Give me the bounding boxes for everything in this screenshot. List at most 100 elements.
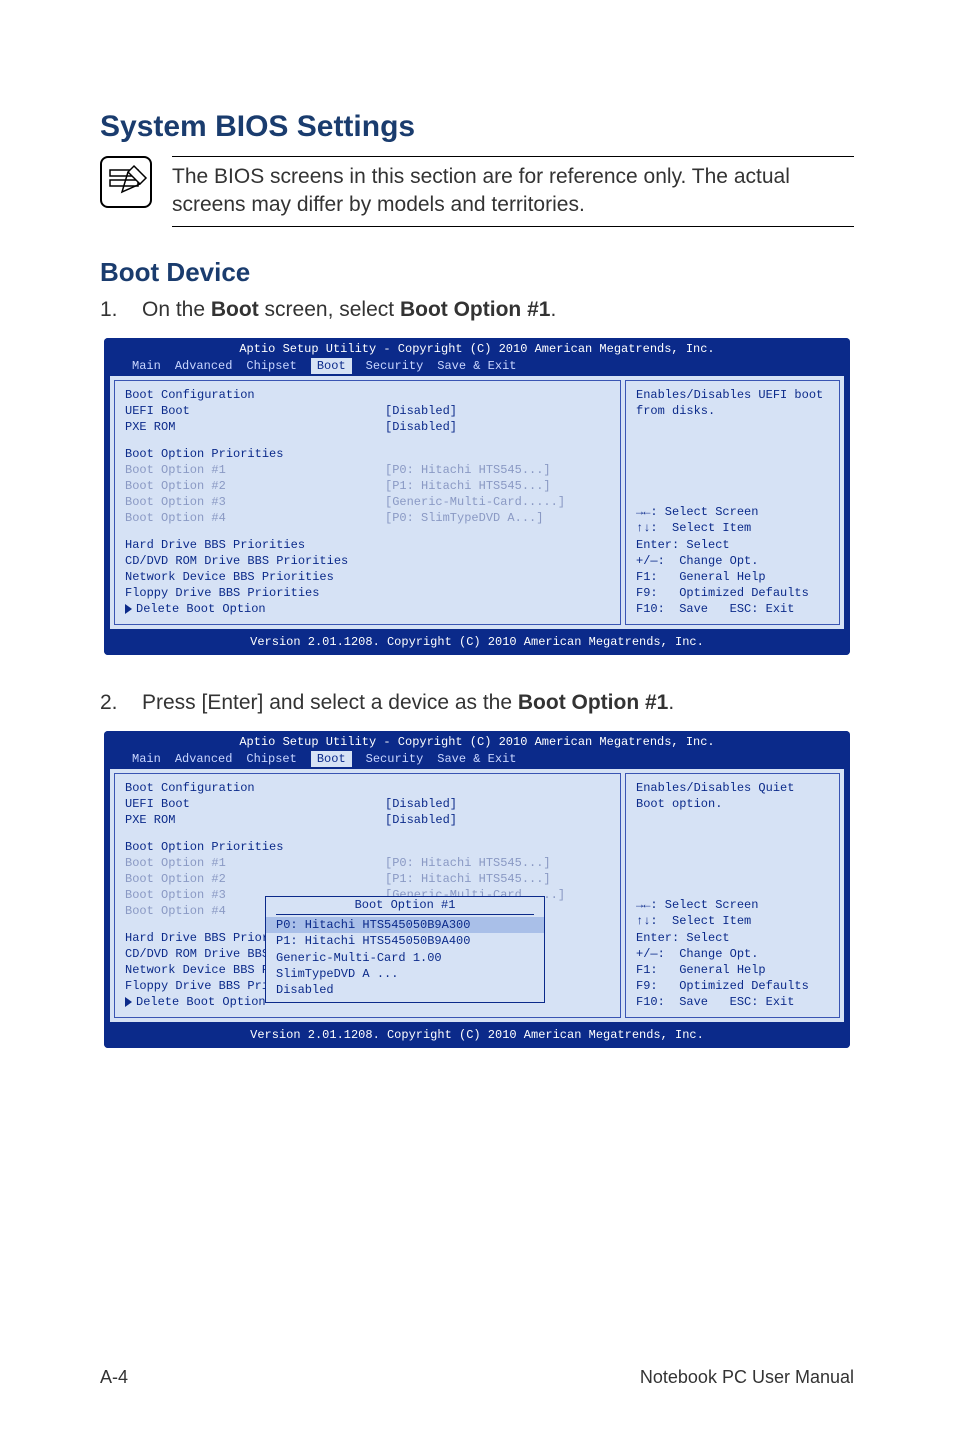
page-title: System BIOS Settings [100, 110, 854, 144]
pxe-rom-label[interactable]: PXE ROM [125, 812, 385, 828]
bios-footer-text: Version 2.01.1208. Copyright (C) 2010 Am… [104, 1026, 850, 1048]
help-select-screen: →←: Select Screen [636, 504, 829, 520]
tab-chipset[interactable]: Chipset [246, 358, 296, 374]
tab-boot[interactable]: Boot [311, 751, 352, 767]
boot-priorities-label: Boot Option Priorities [125, 446, 610, 462]
tab-chipset[interactable]: Chipset [246, 751, 296, 767]
popup-option[interactable]: Generic-Multi-Card 1.00 [266, 950, 544, 966]
boot-option-2-value[interactable]: [P1: Hitachi HTS545...] [385, 478, 551, 494]
cddvd-bbs-link[interactable]: CD/DVD ROM Drive BBS Priorities [125, 553, 610, 569]
text-fragment: screen, select [259, 298, 400, 321]
note-text: The BIOS screens in this section are for… [172, 156, 854, 227]
help-f10: F10: Save ESC: Exit [636, 994, 829, 1010]
uefi-boot-value[interactable]: [Disabled] [385, 403, 457, 419]
network-bbs-link[interactable]: Network Device BBS Priorities [125, 569, 610, 585]
boot-option-3-label[interactable]: Boot Option #3 [125, 494, 385, 510]
tab-save-exit[interactable]: Save & Exit [437, 751, 516, 767]
step-2-text: Press [Enter] and select a device as the… [142, 691, 854, 715]
bios-header-title: Aptio Setup Utility - Copyright (C) 2010… [104, 731, 850, 750]
step-2: 2. Press [Enter] and select a device as … [100, 691, 854, 715]
delete-boot-option-label: Delete Boot Option [136, 602, 266, 616]
text-fragment: . [668, 691, 674, 714]
pxe-rom-value[interactable]: [Disabled] [385, 812, 457, 828]
uefi-boot-label[interactable]: UEFI Boot [125, 403, 385, 419]
boot-priorities-label: Boot Option Priorities [125, 839, 610, 855]
bios-key-help: →←: Select Screen ↑↓: Select Item Enter:… [636, 504, 829, 617]
help-select-screen: →←: Select Screen [636, 897, 829, 913]
hard-drive-bbs-link[interactable]: Hard Drive BBS Priorities [125, 537, 610, 553]
boot-configuration-label: Boot Configuration [125, 780, 610, 796]
boot-option-popup: Boot Option #1 P0: Hitachi HTS545050B9A3… [265, 896, 545, 1003]
pxe-rom-label[interactable]: PXE ROM [125, 419, 385, 435]
boot-configuration-label: Boot Configuration [125, 387, 610, 403]
bios-help-description: Enables/Disables UEFI boot from disks. [636, 387, 829, 419]
bios-screenshot-1: Aptio Setup Utility - Copyright (C) 2010… [104, 338, 850, 655]
tab-security[interactable]: Security [366, 358, 424, 374]
help-f9: F9: Optimized Defaults [636, 978, 829, 994]
bios-left-pane: Boot Configuration UEFI Boot[Disabled] P… [114, 773, 621, 1017]
delete-boot-option-link[interactable]: Delete Boot Option [125, 601, 610, 617]
delete-boot-option-label: Delete Boot Option [136, 995, 266, 1009]
step-1: 1. On the Boot screen, select Boot Optio… [100, 298, 854, 322]
note-icon [100, 156, 152, 208]
bios-screenshot-2: Aptio Setup Utility - Copyright (C) 2010… [104, 731, 850, 1048]
bios-tabs: Main Advanced Chipset Boot Security Save… [104, 357, 850, 376]
bios-left-pane: Boot Configuration UEFI Boot[Disabled] P… [114, 380, 621, 624]
step-2-number: 2. [100, 691, 120, 715]
help-f10: F10: Save ESC: Exit [636, 601, 829, 617]
uefi-boot-label[interactable]: UEFI Boot [125, 796, 385, 812]
boot-option-4-label[interactable]: Boot Option #4 [125, 510, 385, 526]
uefi-boot-value[interactable]: [Disabled] [385, 796, 457, 812]
page-footer: A-4 Notebook PC User Manual [100, 1367, 854, 1388]
tab-save-exit[interactable]: Save & Exit [437, 358, 516, 374]
bios-footer-text: Version 2.01.1208. Copyright (C) 2010 Am… [104, 633, 850, 655]
tab-security[interactable]: Security [366, 751, 424, 767]
floppy-bbs-link[interactable]: Floppy Drive BBS Priorities [125, 585, 610, 601]
text-bold: Boot Option #1 [518, 691, 669, 714]
popup-option[interactable]: SlimTypeDVD A ... [266, 966, 544, 982]
help-change-opt: +/—: Change Opt. [636, 553, 829, 569]
help-select-item: ↑↓: Select Item [636, 520, 829, 536]
boot-option-1-label[interactable]: Boot Option #1 [125, 855, 385, 871]
tab-advanced[interactable]: Advanced [175, 751, 233, 767]
triangle-icon [125, 997, 132, 1007]
bios-header-title: Aptio Setup Utility - Copyright (C) 2010… [104, 338, 850, 357]
tab-main[interactable]: Main [132, 751, 161, 767]
boot-option-1-value[interactable]: [P0: Hitachi HTS545...] [385, 462, 551, 478]
boot-option-1-value[interactable]: [P0: Hitachi HTS545...] [385, 855, 551, 871]
boot-option-3-value[interactable]: [Generic-Multi-Card.....] [385, 494, 565, 510]
tab-advanced[interactable]: Advanced [175, 358, 233, 374]
boot-option-4-value[interactable]: [P0: SlimTypeDVD A...] [385, 510, 543, 526]
boot-option-1-label[interactable]: Boot Option #1 [125, 462, 385, 478]
popup-option-selected[interactable]: P0: Hitachi HTS545050B9A300 [266, 917, 544, 933]
text-bold: Boot [211, 298, 259, 321]
help-select-item: ↑↓: Select Item [636, 913, 829, 929]
bios-right-pane: Enables/Disables Quiet Boot option. →←: … [625, 773, 840, 1017]
help-enter: Enter: Select [636, 537, 829, 553]
popup-title: Boot Option #1 [276, 897, 534, 915]
text-bold: Boot Option #1 [400, 298, 551, 321]
bios-right-pane: Enables/Disables UEFI boot from disks. →… [625, 380, 840, 624]
boot-option-2-label[interactable]: Boot Option #2 [125, 871, 385, 887]
help-f1: F1: General Help [636, 569, 829, 585]
help-f1: F1: General Help [636, 962, 829, 978]
bios-tabs: Main Advanced Chipset Boot Security Save… [104, 750, 850, 769]
text-fragment: On the [142, 298, 211, 321]
boot-option-2-value[interactable]: [P1: Hitachi HTS545...] [385, 871, 551, 887]
tab-main[interactable]: Main [132, 358, 161, 374]
tab-boot[interactable]: Boot [311, 358, 352, 374]
popup-option[interactable]: P1: Hitachi HTS545050B9A400 [266, 933, 544, 949]
text-fragment: . [550, 298, 556, 321]
manual-title: Notebook PC User Manual [640, 1367, 854, 1388]
help-enter: Enter: Select [636, 930, 829, 946]
triangle-icon [125, 604, 132, 614]
page-number: A-4 [100, 1367, 128, 1388]
boot-option-2-label[interactable]: Boot Option #2 [125, 478, 385, 494]
note-block: The BIOS screens in this section are for… [100, 156, 854, 227]
step-1-number: 1. [100, 298, 120, 322]
popup-option[interactable]: Disabled [266, 982, 544, 998]
text-fragment: Press [Enter] and select a device as the [142, 691, 518, 714]
help-f9: F9: Optimized Defaults [636, 585, 829, 601]
pxe-rom-value[interactable]: [Disabled] [385, 419, 457, 435]
bios-key-help: →←: Select Screen ↑↓: Select Item Enter:… [636, 897, 829, 1010]
